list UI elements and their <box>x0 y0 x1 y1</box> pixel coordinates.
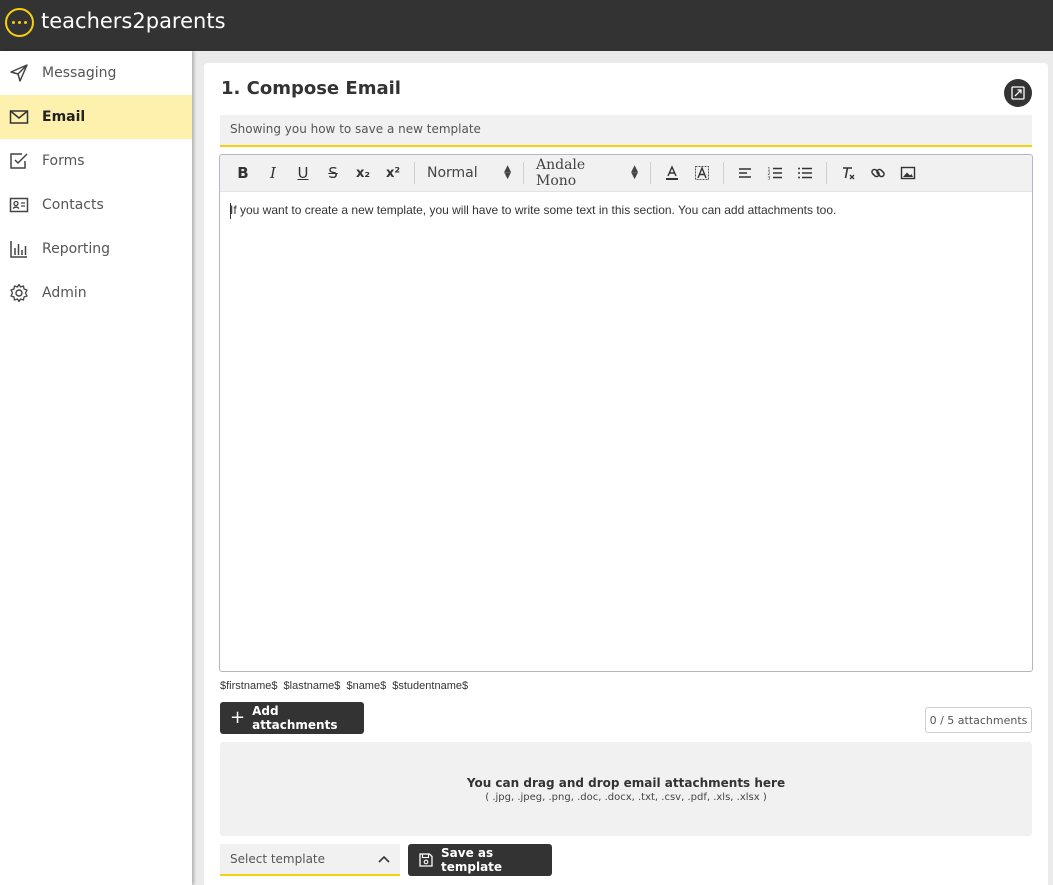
merge-variables[interactable]: $firstname$ $lastname$ $name$ $studentna… <box>220 680 468 692</box>
send-icon <box>8 62 30 84</box>
envelope-icon <box>8 106 30 128</box>
contact-card-icon <box>8 194 30 216</box>
link-icon <box>870 165 886 181</box>
ordered-list-icon: 123 <box>767 165 783 181</box>
align-button[interactable] <box>730 160 760 186</box>
text-color-button[interactable] <box>657 160 687 186</box>
clear-format-button[interactable] <box>833 160 863 186</box>
email-body-text: If you want to create a new template, yo… <box>230 203 837 217</box>
sidebar-item-admin[interactable]: Admin <box>0 271 192 315</box>
select-arrows-icon: ▲ ▼ <box>631 164 638 181</box>
text-color-icon <box>664 165 680 181</box>
toolbar-divider <box>414 162 415 184</box>
sidebar-item-forms[interactable]: Forms <box>0 139 192 183</box>
bullet-list-button[interactable] <box>790 160 820 186</box>
subscript-button[interactable]: x₂ <box>348 160 378 186</box>
text-caret <box>230 203 231 219</box>
toolbar-divider <box>523 162 524 184</box>
italic-button[interactable]: I <box>258 160 288 186</box>
align-left-icon <box>737 165 753 181</box>
checkbox-icon <box>8 150 30 172</box>
add-attachments-button[interactable]: + Add attachments <box>220 702 364 734</box>
dropzone-file-types: ( .jpg, .jpeg, .png, .doc, .docx, .txt, … <box>485 792 767 803</box>
sidebar-item-label: Contacts <box>42 197 104 213</box>
attachment-dropzone[interactable]: You can drag and drop email attachments … <box>220 742 1032 836</box>
save-as-template-button[interactable]: Save as template <box>408 844 552 876</box>
expand-button[interactable] <box>1004 79 1032 107</box>
highlight-icon <box>694 165 710 181</box>
dropzone-title: You can drag and drop email attachments … <box>466 776 786 790</box>
bar-chart-icon <box>8 238 30 260</box>
sidebar-item-label: Messaging <box>42 65 117 81</box>
sidebar-item-messaging[interactable]: Messaging <box>0 51 192 95</box>
bold-button[interactable]: B <box>228 160 258 186</box>
expand-icon <box>1011 86 1025 100</box>
background-color-button[interactable] <box>687 160 717 186</box>
font-family-value: Andale Mono <box>536 157 586 189</box>
rich-text-editor: B I U S x₂ x² Normal ▲▼ Andale Mono ▲▼ <box>219 154 1033 672</box>
save-as-template-label: Save as template <box>441 846 503 874</box>
svg-text:3: 3 <box>768 176 771 182</box>
sidebar-item-label: Admin <box>42 285 87 301</box>
brand-name: teachers2parents <box>41 9 226 33</box>
ordered-list-button[interactable]: 123 <box>760 160 790 186</box>
sidebar-item-email[interactable]: Email <box>0 95 192 139</box>
logo-icon <box>5 8 34 37</box>
sidebar-item-reporting[interactable]: Reporting <box>0 227 192 271</box>
compose-card: 1. Compose Email Showing you how to save… <box>204 63 1048 885</box>
underline-button[interactable]: U <box>288 160 318 186</box>
font-size-value: Normal <box>427 165 478 181</box>
font-family-select[interactable]: Andale Mono ▲ ▼ <box>530 157 644 189</box>
plus-icon: + <box>230 707 246 728</box>
image-button[interactable] <box>893 160 923 186</box>
template-select-placeholder: Select template <box>230 852 326 866</box>
sidebar-item-label: Reporting <box>42 241 111 257</box>
chevron-up-icon <box>378 855 390 863</box>
attachment-count-badge: 0 / 5 attachments <box>925 707 1032 733</box>
add-attachments-label: Add attachments <box>252 704 338 732</box>
superscript-button[interactable]: x² <box>378 160 408 186</box>
select-arrows-icon: ▲ ▼ <box>504 164 511 181</box>
sidebar: Messaging Email Forms Contacts Reporting… <box>0 51 192 885</box>
sidebar-item-contacts[interactable]: Contacts <box>0 183 192 227</box>
link-button[interactable] <box>863 160 893 186</box>
editor-toolbar: B I U S x₂ x² Normal ▲▼ Andale Mono ▲▼ <box>220 155 1032 192</box>
font-size-select[interactable]: Normal ▲ ▼ <box>421 160 517 186</box>
template-select[interactable]: Select template <box>220 844 400 876</box>
sidebar-item-label: Forms <box>42 153 85 169</box>
gear-icon <box>8 282 30 304</box>
sidebar-item-label: Email <box>42 109 86 125</box>
clear-format-icon <box>840 165 856 181</box>
page-title: 1. Compose Email <box>221 78 401 99</box>
save-icon <box>419 853 433 867</box>
top-bar: teachers2parents <box>0 0 1053 51</box>
strikethrough-button[interactable]: S <box>318 160 348 186</box>
toolbar-divider <box>723 162 724 184</box>
toolbar-divider <box>826 162 827 184</box>
bullet-list-icon <box>797 165 813 181</box>
toolbar-divider <box>650 162 651 184</box>
image-icon <box>900 165 916 181</box>
email-body-editor[interactable]: If you want to create a new template, yo… <box>220 192 1032 228</box>
subject-input[interactable]: Showing you how to save a new template <box>220 115 1032 147</box>
